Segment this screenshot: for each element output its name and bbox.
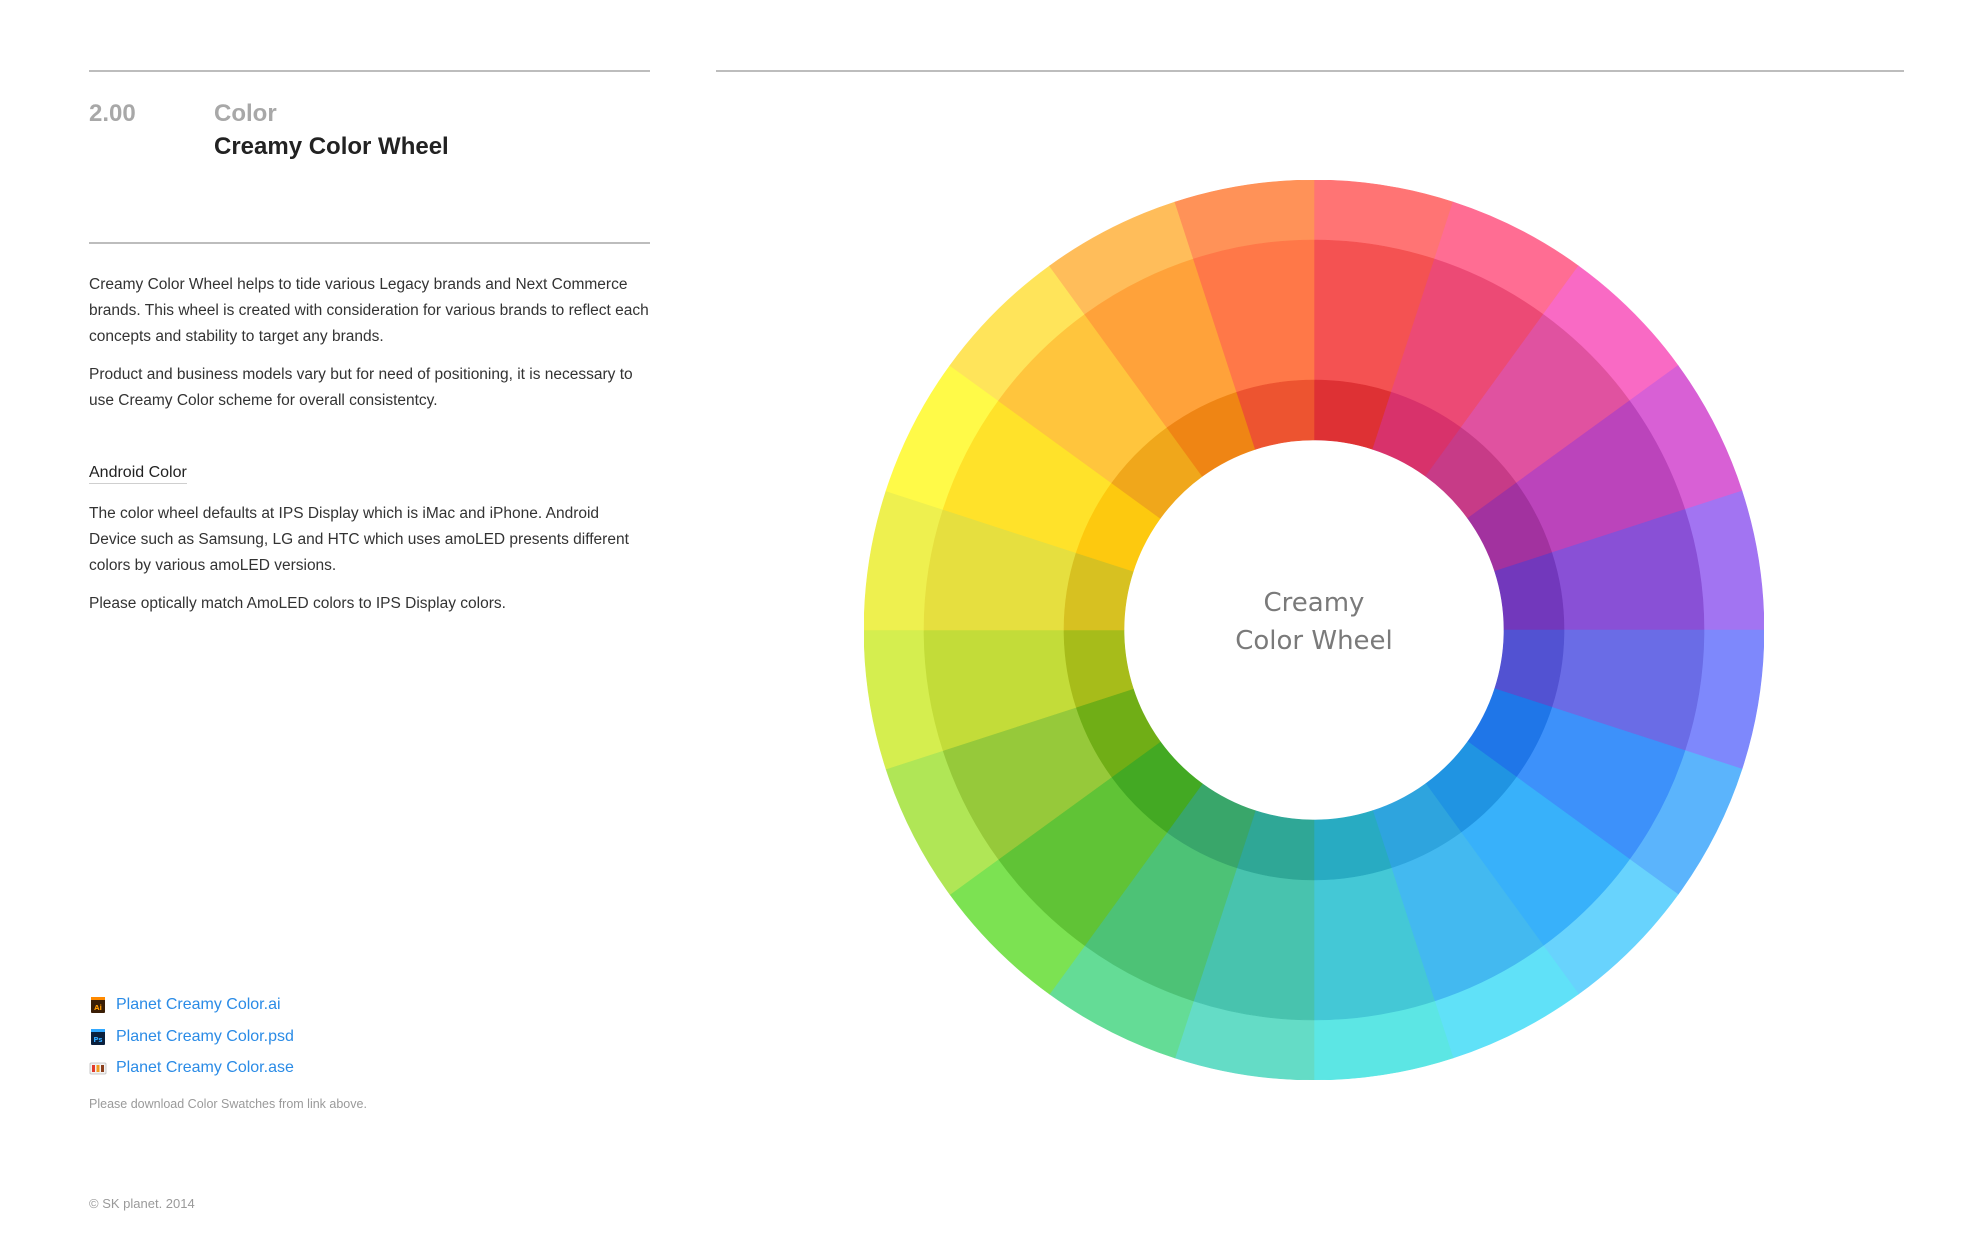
page-title: Creamy Color Wheel (214, 133, 449, 160)
download-link-ai[interactable]: Ai Planet Creamy Color.ai (89, 994, 281, 1016)
intro-paragraph-2: Product and business models vary but for… (89, 366, 633, 409)
section-category: Color (214, 100, 277, 127)
android-color-heading: Android Color (89, 464, 187, 484)
section-divider (89, 242, 650, 244)
illustrator-file-icon: Ai (91, 997, 105, 1013)
download-link-ai-label: Planet Creamy Color.ai (116, 996, 281, 1013)
android-paragraph-1: The color wheel defaults at IPS Display … (89, 505, 629, 574)
download-link-ase-label: Planet Creamy Color.ase (116, 1059, 294, 1076)
section-number: 2.00 (89, 100, 136, 127)
android-paragraph-2: Please optically match AmoLED colors to … (89, 595, 506, 612)
copyright: © SK planet. 2014 (89, 1196, 195, 1211)
wheel-center-label-line-1: Creamy (1263, 588, 1365, 618)
download-link-psd-label: Planet Creamy Color.psd (116, 1028, 294, 1045)
intro-paragraph-1: Creamy Color Wheel helps to tide various… (89, 276, 649, 345)
svg-text:Ai: Ai (94, 1004, 102, 1012)
download-link-ase[interactable]: Planet Creamy Color.ase (89, 1057, 294, 1079)
wheel-center-label: Creamy Color Wheel (1164, 584, 1464, 660)
swatch-file-icon (89, 1062, 107, 1075)
top-divider-right (716, 70, 1904, 72)
photoshop-file-icon: Ps (91, 1029, 105, 1045)
svg-text:Ps: Ps (93, 1036, 102, 1044)
top-divider-left (89, 70, 650, 72)
download-note: Please download Color Swatches from link… (89, 1097, 367, 1111)
download-link-psd[interactable]: Ps Planet Creamy Color.psd (89, 1026, 294, 1048)
wheel-center-label-line-2: Color Wheel (1235, 626, 1393, 656)
